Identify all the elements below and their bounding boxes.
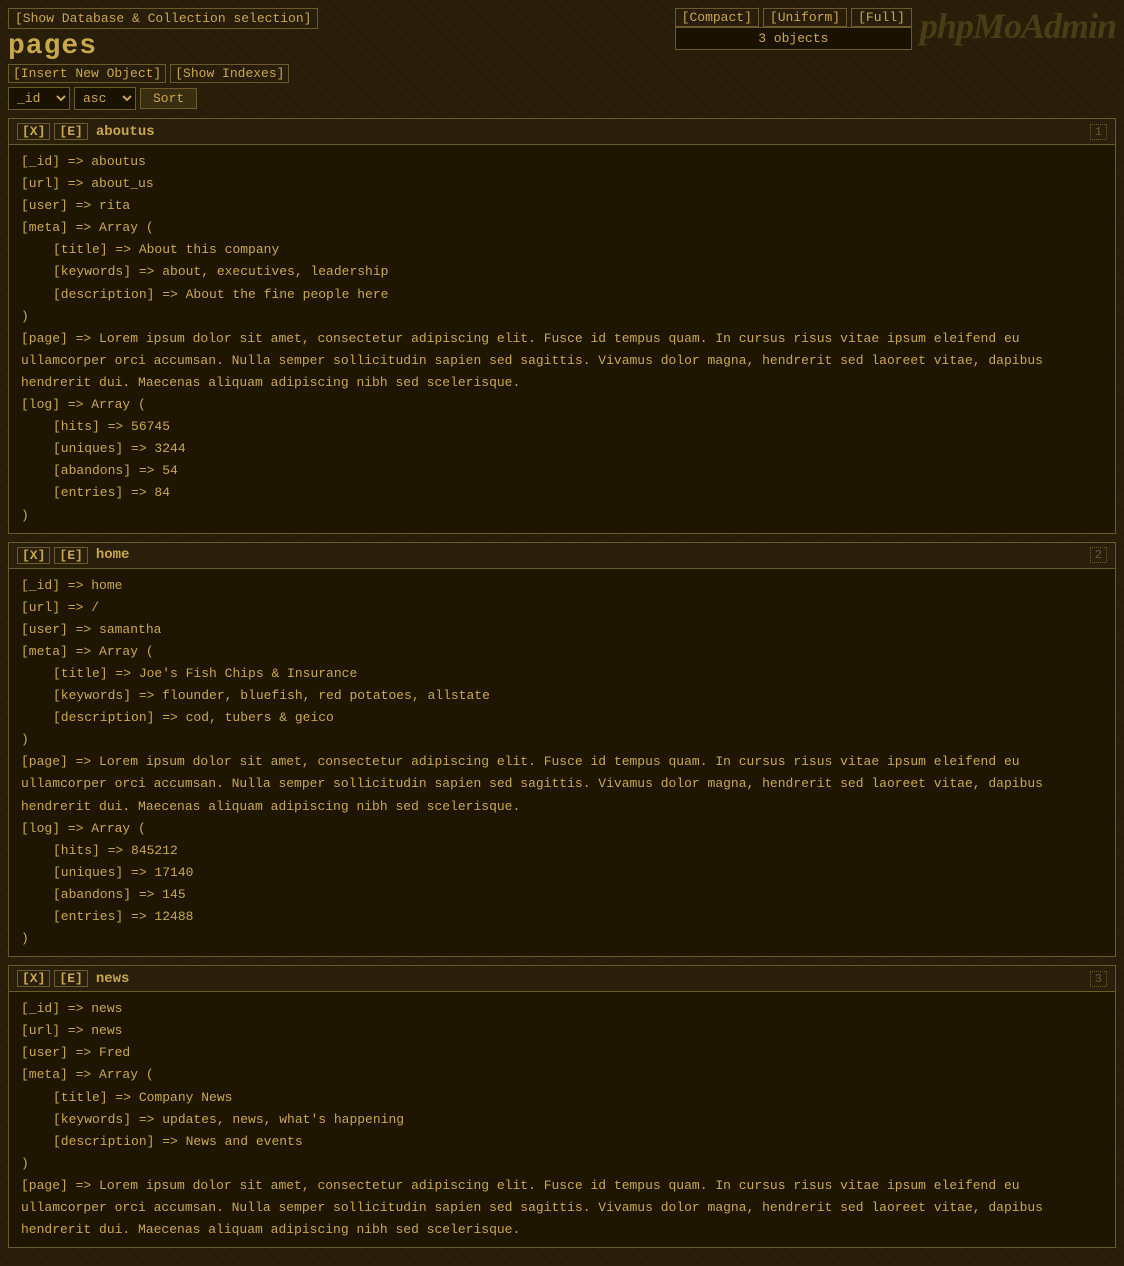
field-meta-description: [description] => News and events — [21, 1131, 1103, 1153]
field-url: [url] => news — [21, 1020, 1103, 1042]
record-number: 3 — [1090, 971, 1107, 987]
field-id: [_id] => news — [21, 998, 1103, 1020]
app-logo: phpMoAdmin — [920, 8, 1116, 44]
field-url: [url] => / — [21, 597, 1103, 619]
record-name: home — [96, 547, 130, 563]
field-page: [page] => Lorem ipsum dolor sit amet, co… — [21, 328, 1103, 394]
delete-record-link[interactable]: [X] — [17, 547, 50, 564]
record-header: [X] [E] home 2 — [9, 543, 1115, 569]
record-number: 1 — [1090, 124, 1107, 140]
record-body: [_id] => aboutus [url] => about_us [user… — [9, 145, 1115, 533]
record-header: [X] [E] aboutus 1 — [9, 119, 1115, 145]
field-log-uniques: [uniques] => 3244 — [21, 438, 1103, 460]
edit-record-link[interactable]: [E] — [54, 970, 87, 987]
field-log-abandons: [abandons] => 54 — [21, 460, 1103, 482]
record-block: [X] [E] home 2 [_id] => home [url] => / … — [8, 542, 1116, 958]
object-count: 3 objects — [675, 27, 912, 50]
record-header: [X] [E] news 3 — [9, 966, 1115, 992]
field-meta-keywords: [keywords] => about, executives, leaders… — [21, 261, 1103, 283]
sort-order-select[interactable]: asc desc — [74, 87, 136, 110]
sort-field-select[interactable]: _id url user — [8, 87, 70, 110]
delete-record-link[interactable]: [X] — [17, 123, 50, 140]
record-block: [X] [E] news 3 [_id] => news [url] => ne… — [8, 965, 1116, 1248]
edit-record-link[interactable]: [E] — [54, 123, 87, 140]
paren-close-meta: ) — [21, 306, 1103, 328]
paren-close-meta: ) — [21, 1153, 1103, 1175]
field-meta-description: [description] => cod, tubers & geico — [21, 707, 1103, 729]
field-id: [_id] => home — [21, 575, 1103, 597]
field-user: [user] => Fred — [21, 1042, 1103, 1064]
record-number: 2 — [1090, 547, 1107, 563]
field-meta-title: [title] => About this company — [21, 239, 1103, 261]
field-log-hits: [hits] => 56745 — [21, 416, 1103, 438]
paren-close-log: ) — [21, 928, 1103, 950]
compact-view-link[interactable]: [Compact] — [675, 8, 759, 27]
delete-record-link[interactable]: [X] — [17, 970, 50, 987]
field-meta: [meta] => Array ( — [21, 641, 1103, 663]
show-indexes-link[interactable]: [Show Indexes] — [170, 64, 289, 83]
uniform-view-link[interactable]: [Uniform] — [763, 8, 847, 27]
field-page: [page] => Lorem ipsum dolor sit amet, co… — [21, 751, 1103, 817]
field-user: [user] => rita — [21, 195, 1103, 217]
page-title: pages — [8, 31, 318, 62]
field-meta-description: [description] => About the fine people h… — [21, 284, 1103, 306]
field-meta: [meta] => Array ( — [21, 1064, 1103, 1086]
field-id: [_id] => aboutus — [21, 151, 1103, 173]
paren-close-log: ) — [21, 505, 1103, 527]
record-body: [_id] => news [url] => news [user] => Fr… — [9, 992, 1115, 1247]
field-log-hits: [hits] => 845212 — [21, 840, 1103, 862]
record-name: aboutus — [96, 124, 155, 140]
paren-close-meta: ) — [21, 729, 1103, 751]
field-log-entries: [entries] => 12488 — [21, 906, 1103, 928]
record-name: news — [96, 971, 130, 987]
field-meta: [meta] => Array ( — [21, 217, 1103, 239]
full-view-link[interactable]: [Full] — [851, 8, 912, 27]
field-user: [user] => samantha — [21, 619, 1103, 641]
edit-record-link[interactable]: [E] — [54, 547, 87, 564]
field-log: [log] => Array ( — [21, 394, 1103, 416]
field-page: [page] => Lorem ipsum dolor sit amet, co… — [21, 1175, 1103, 1241]
field-meta-keywords: [keywords] => updates, news, what's happ… — [21, 1109, 1103, 1131]
field-log-abandons: [abandons] => 145 — [21, 884, 1103, 906]
insert-new-object-link[interactable]: [Insert New Object] — [8, 64, 166, 83]
field-log-uniques: [uniques] => 17140 — [21, 862, 1103, 884]
field-log: [log] => Array ( — [21, 818, 1103, 840]
sort-button[interactable]: Sort — [140, 88, 197, 109]
field-meta-keywords: [keywords] => flounder, bluefish, red po… — [21, 685, 1103, 707]
record-block: [X] [E] aboutus 1 [_id] => aboutus [url]… — [8, 118, 1116, 534]
field-meta-title: [title] => Joe's Fish Chips & Insurance — [21, 663, 1103, 685]
field-meta-title: [title] => Company News — [21, 1087, 1103, 1109]
record-body: [_id] => home [url] => / [user] => saman… — [9, 569, 1115, 957]
field-log-entries: [entries] => 84 — [21, 482, 1103, 504]
show-db-link[interactable]: [Show Database & Collection selection] — [8, 8, 318, 29]
field-url: [url] => about_us — [21, 173, 1103, 195]
